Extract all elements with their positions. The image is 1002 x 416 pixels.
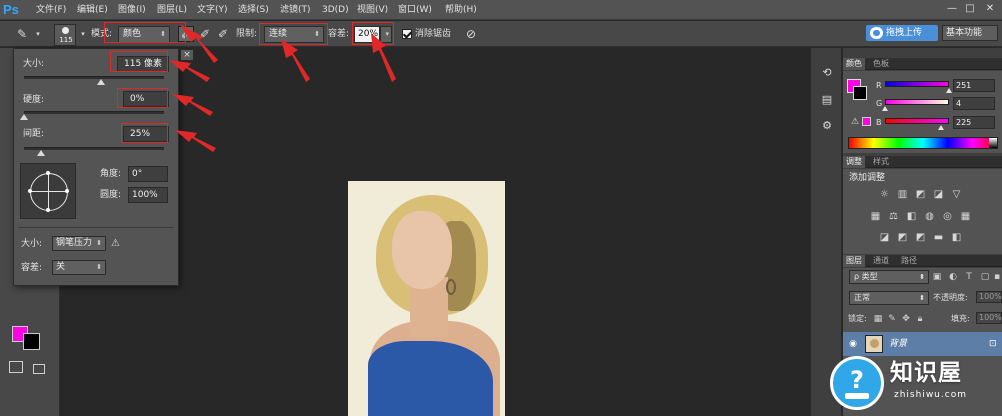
lightbulb-base-icon [845, 393, 869, 399]
annotation-arrow [172, 94, 213, 116]
question-mark-icon: ? [850, 366, 864, 394]
annotation-arrow [371, 33, 396, 82]
question-lightbulb-icon: ? [830, 356, 884, 410]
annotation-arrow [180, 24, 218, 63]
annotation-arrow [169, 60, 210, 82]
annotation-arrow [281, 39, 310, 82]
watermark-subtitle: zhishiwu.com [894, 390, 967, 400]
watermark-title: 知识屋 [890, 360, 962, 386]
annotation-arrow [175, 130, 216, 152]
watermark: ? 知识屋 zhishiwu.com [820, 350, 1002, 416]
